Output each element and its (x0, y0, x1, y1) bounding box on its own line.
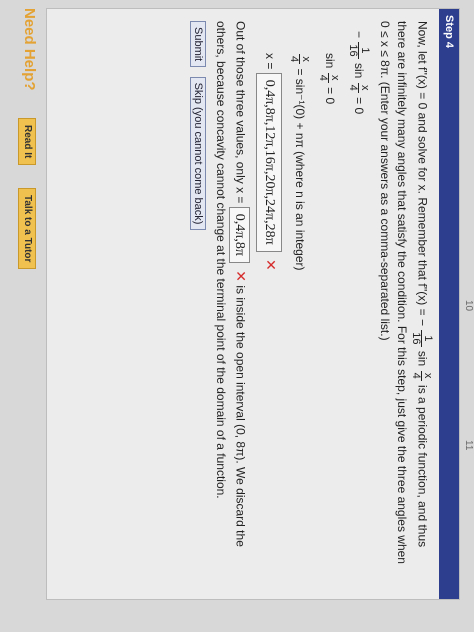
conclusion-paragraph: Out of those three values, only x = 0,4π… (212, 21, 251, 587)
intro-paragraph: Now, let f''(x) = 0 and solve for x. Rem… (376, 21, 434, 587)
eq-sin: sin (352, 62, 366, 79)
step-title: Step 4 (439, 9, 459, 599)
need-help-label: Need Help? (21, 8, 38, 91)
fraction-x-4: x4 (410, 370, 434, 381)
read-it-button[interactable]: Read It (18, 118, 36, 166)
rotated-page: 10 11 Step 4 Now, let f''(x) = 0 and sol… (0, 0, 474, 632)
step-actions: Submit Skip (you cannot come back) (190, 21, 207, 587)
conclusion-text: others, because concavity cannot change … (214, 21, 229, 499)
submit-button[interactable]: Submit (190, 21, 207, 68)
skip-button[interactable]: Skip (you cannot come back) (190, 76, 207, 231)
eq-equals: = 0 (352, 97, 366, 115)
frac-den: 4 (317, 74, 330, 81)
equation-4: x = 0,4π,8π,12π,16π,20π,24π,28π ✕ (256, 21, 283, 587)
incorrect-icon: ✕ (233, 270, 250, 282)
fraction-1-16: 1 16 (410, 330, 434, 347)
frac-den: 4 (288, 56, 301, 63)
frac-den: 4 (346, 84, 359, 91)
intro-text: Now, let f''(x) = 0 and solve for x. Rem… (415, 21, 430, 326)
talk-to-tutor-button[interactable]: Talk to a Tutor (18, 188, 36, 270)
conclusion-text: Out of those three values, only x = (233, 21, 248, 204)
eq-equals: = 0 (322, 87, 337, 105)
intro-text: there are infinitely many angles that sa… (395, 21, 409, 564)
help-bar: Need Help? Read It Talk to a Tutor (12, 8, 42, 598)
frac-den: 4 (410, 372, 422, 379)
fraction-1-16: 1 16 (346, 42, 371, 59)
fraction-x-4: x4 (317, 72, 341, 83)
frac-num: x (328, 72, 341, 83)
equation-2: sin x4 = 0 (317, 21, 341, 587)
eq-sin: sin (322, 53, 337, 69)
incorrect-icon: ✕ (262, 259, 279, 271)
eq-general-solution: = sin⁻¹(0) + nπ (where n is an integer) (293, 68, 308, 271)
frac-num: 1 (421, 330, 434, 347)
intro-text: is a periodic function, and thus (415, 385, 430, 548)
frac-num: x (421, 370, 434, 381)
equation-3: x4 = sin⁻¹(0) + nπ (where n is an intege… (288, 21, 312, 587)
answer-field-inside-interval[interactable]: 0,4π,8π (229, 206, 251, 263)
top-scale: 10 11 (462, 0, 474, 632)
scale-label: 10 (463, 300, 474, 312)
intro-text: 0 ≤ x ≤ 8π. (Enter your answers as a com… (378, 21, 392, 341)
step-card: Step 4 Now, let f''(x) = 0 and solve for… (46, 8, 460, 600)
step-content: Now, let f''(x) = 0 and solve for x. Rem… (190, 9, 439, 599)
frac-num: x (299, 54, 312, 65)
conclusion-text: is inside the open interval (0, 8π). We … (233, 285, 248, 547)
scale-label: 11 (463, 440, 474, 451)
fraction-x-4: x4 (288, 54, 312, 65)
frac-den: 16 (410, 332, 422, 345)
fraction-x-4: x4 (346, 82, 371, 93)
answer-field-all-angles[interactable]: 0,4π,8π,12π,16π,20π,24π,28π (256, 72, 283, 252)
frac-den: 16 (346, 44, 359, 57)
equation-1: − 1 16 sin x4 = 0 (346, 21, 371, 587)
intro-sin: sin (415, 350, 430, 367)
frac-num: 1 (357, 42, 371, 59)
frac-num: x (357, 82, 371, 93)
eq-minus: − (352, 31, 366, 39)
eq-x-equals: x = (262, 53, 277, 70)
